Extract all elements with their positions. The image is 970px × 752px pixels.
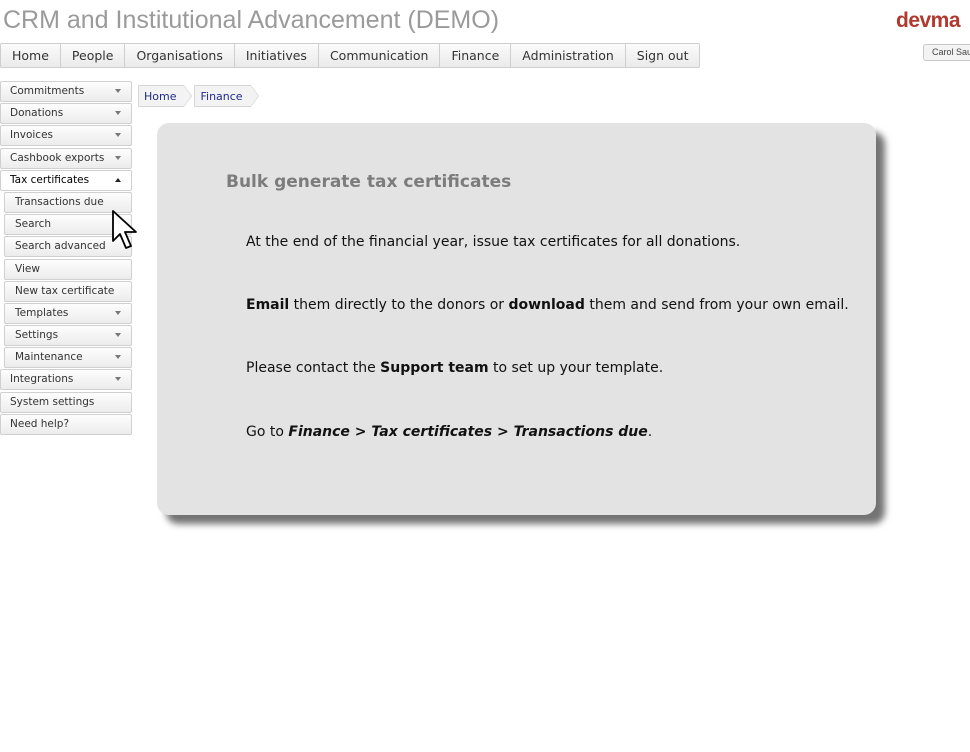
app-title: CRM and Institutional Advancement (DEMO) [3, 6, 500, 34]
sidebar-item-donations[interactable]: Donations [0, 103, 132, 125]
caret-down-icon [115, 111, 121, 116]
nav-administration[interactable]: Administration [511, 44, 626, 67]
sidebar-item-label: Maintenance [15, 351, 83, 364]
sidebar-item-label: Settings [15, 329, 59, 342]
sidebar-subitem-templates[interactable]: Templates [4, 302, 132, 324]
user-menu[interactable]: Carol Sau [923, 44, 970, 61]
info-paragraph-email-download: Email them directly to the donors or dow… [246, 297, 849, 313]
breadcrumb-finance[interactable]: Finance [194, 85, 259, 107]
emphasis-download: download [508, 297, 585, 313]
text-fragment: . [647, 424, 653, 440]
caret-down-icon [115, 310, 121, 315]
sidebar-item-label: Tax certificates [10, 173, 90, 186]
caret-down-icon [115, 133, 121, 138]
caret-down-icon [115, 333, 121, 338]
sidebar-item-invoices[interactable]: Invoices [0, 125, 132, 147]
text-fragment: to set up your template. [488, 360, 664, 376]
sidebar-item-label: Transactions due [15, 195, 104, 208]
nav-finance[interactable]: Finance [440, 44, 512, 67]
nav-home[interactable]: Home [1, 44, 61, 67]
text-fragment: Go to [246, 424, 289, 440]
sidebar-item-label: Donations [10, 107, 64, 120]
sidebar-item-label: Search advanced [15, 240, 106, 253]
sidebar-item-label: Need help? [10, 417, 70, 430]
sidebar-subitem-settings[interactable]: Settings [4, 325, 132, 347]
text-fragment: Please contact the [246, 360, 381, 376]
caret-down-icon [115, 355, 121, 360]
caret-down-icon [115, 155, 121, 160]
sidebar-item-integrations[interactable]: Integrations [0, 369, 132, 391]
sidebar-item-label: Invoices [10, 129, 54, 142]
page-title: Bulk generate tax certificates [226, 172, 512, 192]
emphasis-support-team: Support team [380, 360, 489, 376]
sidebar-item-tax-certificates[interactable]: Tax certificates [0, 169, 132, 191]
breadcrumb: Home Finance [138, 85, 261, 107]
breadcrumb-home[interactable]: Home [138, 85, 194, 107]
nav-initiatives[interactable]: Initiatives [235, 44, 319, 67]
sidebar-item-cashbook-exports[interactable]: Cashbook exports [0, 147, 132, 169]
info-paragraph-support: Please contact the Support team to set u… [246, 360, 663, 376]
sidebar-item-label: New tax certificate [15, 284, 115, 297]
caret-down-icon [115, 377, 121, 382]
sidebar-item-label: Search [15, 218, 52, 231]
sidebar-subitem-new-tax-certificate[interactable]: New tax certificate [4, 280, 132, 302]
info-paragraph-year-end: At the end of the financial year, issue … [246, 234, 741, 250]
top-nav: Home People Organisations Initiatives Co… [0, 43, 701, 68]
brand-logo[interactable]: devma [896, 9, 961, 33]
sidebar-item-commitments[interactable]: Commitments [0, 81, 132, 102]
nav-communication[interactable]: Communication [319, 44, 441, 67]
sidebar-item-system-settings[interactable]: System settings [0, 391, 132, 413]
emphasis-menu-path: Finance > Tax certificates > Transaction… [288, 424, 648, 440]
nav-people[interactable]: People [61, 44, 126, 67]
sidebar-item-label: Integrations [10, 373, 74, 386]
nav-organisations[interactable]: Organisations [125, 44, 235, 67]
mouse-pointer-icon [112, 210, 137, 249]
sidebar-item-label: Cashbook exports [10, 151, 105, 164]
sidebar-item-label: Templates [15, 306, 69, 319]
info-paragraph-navigation: Go to Finance > Tax certificates > Trans… [246, 424, 652, 440]
sidebar-item-need-help[interactable]: Need help? [0, 413, 132, 435]
info-card: Bulk generate tax certificates At the en… [157, 123, 876, 515]
caret-down-icon [115, 89, 121, 93]
sidebar-subitem-maintenance[interactable]: Maintenance [4, 347, 132, 369]
emphasis-email: Email [246, 297, 290, 313]
nav-sign-out[interactable]: Sign out [626, 44, 700, 67]
sidebar-item-label: System settings [10, 395, 95, 408]
sidebar-subitem-view[interactable]: View [4, 258, 132, 280]
sidebar: Commitments Donations Invoices Cashbook … [0, 81, 132, 436]
sidebar-item-label: Commitments [10, 85, 85, 97]
sidebar-item-label: View [15, 262, 40, 275]
caret-up-icon [115, 177, 121, 182]
text-fragment: them and send from your own email. [584, 297, 849, 313]
text-fragment: them directly to the donors or [289, 297, 509, 313]
